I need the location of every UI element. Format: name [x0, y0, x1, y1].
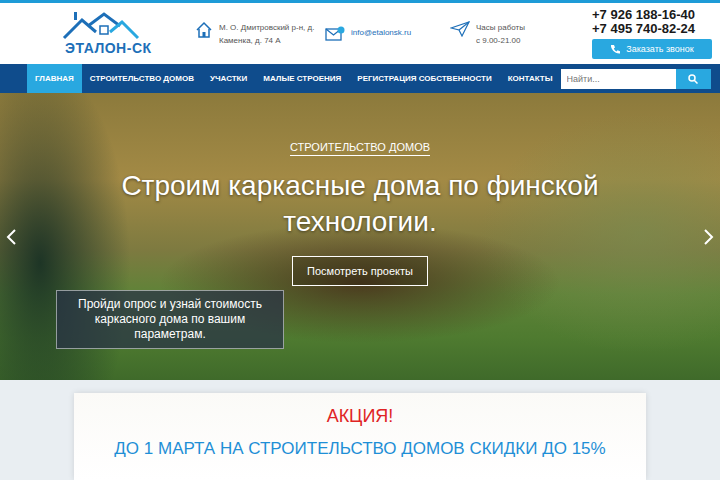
hero-slider: СТРОИТЕЛЬСТВО ДОМОВ Строим каркасные дома… — [0, 93, 720, 380]
promo-card: АКЦИЯ! ДО 1 МАРТА НА СТРОИТЕЛЬСТВО ДОМОВ … — [74, 393, 646, 480]
site-header: ЭТАЛОН-СК М. О. Дмитровский р-н, д.Каменк… — [0, 0, 720, 64]
envelope-icon — [325, 26, 345, 42]
home-icon — [195, 21, 213, 39]
logo[interactable]: ЭТАЛОН-СК — [60, 12, 195, 56]
address-line: Каменка, д. 74 А — [219, 34, 314, 47]
menu-item[interactable]: РЕГИСТРАЦИЯ СОБСТВЕННОСТИ — [349, 64, 499, 93]
address: М. О. Дмитровский р-н, д.Каменка, д. 74 … — [195, 21, 325, 47]
hours-line: с 9.00-21.00 — [476, 34, 525, 47]
phone-number[interactable]: +7 926 188-16-40 — [592, 8, 712, 22]
phone-number[interactable]: +7 495 740-82-24 — [592, 22, 712, 36]
promo-text: ДО 1 МАРТА НА СТРОИТЕЛЬСТВО ДОМОВ СКИДКИ… — [114, 439, 605, 459]
address-line: М. О. Дмитровский р-н, д. — [219, 21, 314, 34]
quiz-banner[interactable]: Пройди опрос и узнай стоимость каркасног… — [56, 290, 284, 349]
paper-plane-icon — [450, 21, 470, 37]
menu-item[interactable]: ГЛАВНАЯ — [27, 64, 82, 93]
logo-text[interactable]: ЭТАЛОН-СК — [60, 40, 152, 56]
magnifier-icon — [688, 74, 698, 84]
menu-item[interactable]: МАЛЫЕ СТРОЕНИЯ — [255, 64, 349, 93]
callback-label[interactable]: Заказать звонок — [626, 44, 693, 54]
email: info@etalonsk.ru — [325, 26, 450, 42]
search-button[interactable] — [676, 69, 711, 89]
working-hours: Часы работыс 9.00-21.00 — [450, 21, 592, 47]
phone-icon — [610, 44, 620, 54]
hours-text: Часы работыс 9.00-21.00 — [476, 21, 525, 47]
main-menu: ГЛАВНАЯСТРОИТЕЛЬСТВО ДОМОВУЧАСТКИМАЛЫЕ С… — [0, 64, 720, 93]
chevron-left-icon[interactable] — [5, 228, 17, 246]
promo-label: АКЦИЯ! — [327, 405, 394, 427]
callback-button[interactable]: Заказать звонок — [592, 39, 712, 59]
houses-logo-icon — [60, 12, 140, 42]
menu-item[interactable]: СТРОИТЕЛЬСТВО ДОМОВ — [82, 64, 202, 93]
projects-button[interactable]: Посмотреть проекты — [292, 256, 428, 286]
menu-item[interactable]: КОНТАКТЫ — [500, 64, 561, 93]
search-input[interactable] — [561, 69, 676, 89]
search-box — [561, 64, 711, 93]
menu-item[interactable]: УЧАСТКИ — [202, 64, 255, 93]
promo-section: АКЦИЯ! ДО 1 МАРТА НА СТРОИТЕЛЬСТВО ДОМОВ … — [0, 380, 720, 480]
hours-line: Часы работы — [476, 21, 525, 34]
phones: +7 926 188-16-40+7 495 740-82-24 Заказать… — [592, 8, 712, 59]
address-text: М. О. Дмитровский р-н, д.Каменка, д. 74 … — [219, 21, 314, 47]
email-link[interactable]: info@etalonsk.ru — [351, 26, 411, 39]
chevron-right-icon[interactable] — [703, 228, 715, 246]
hero-title: Строим каркасные дома по финской техноло… — [110, 168, 610, 240]
hero-category[interactable]: СТРОИТЕЛЬСТВО ДОМОВ — [290, 141, 430, 156]
